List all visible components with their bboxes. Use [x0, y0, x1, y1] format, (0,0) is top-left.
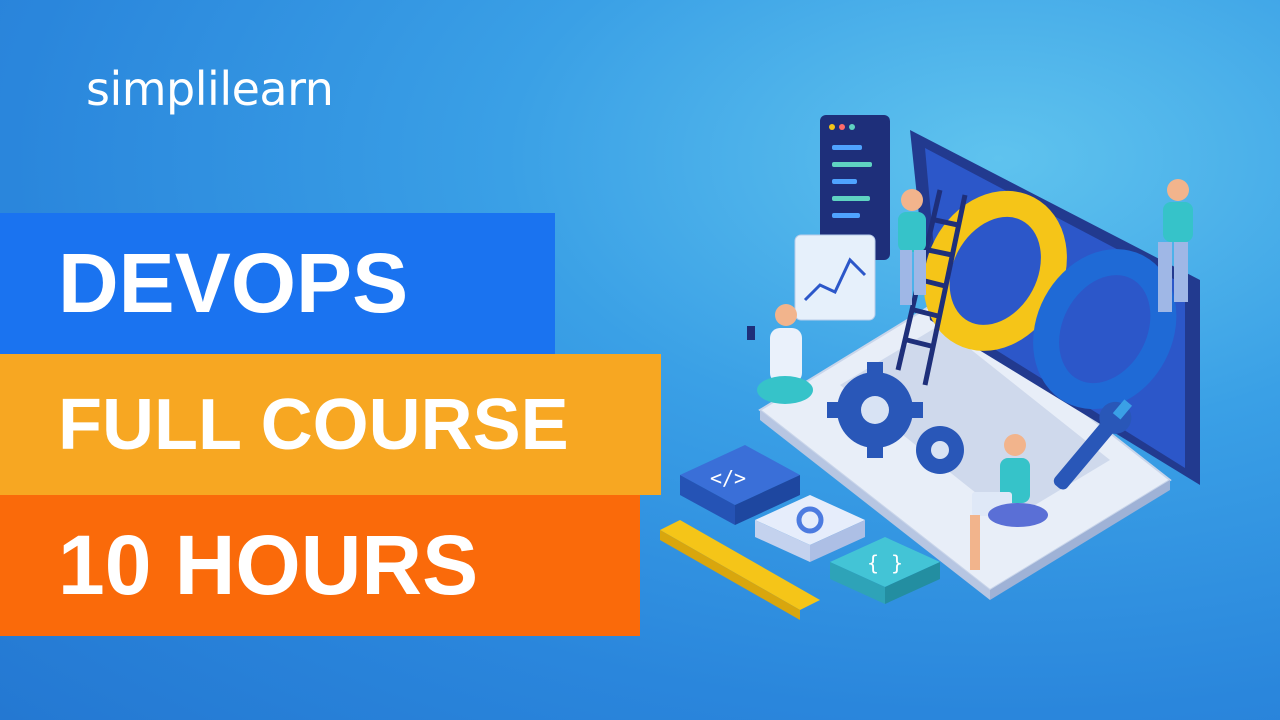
devops-laptop-illustration: </> { } [660, 115, 1200, 620]
title-text-hours: 10 HOURS [58, 518, 479, 612]
svg-text:</>: </> [710, 466, 746, 490]
title-banner-full-course: FULL COURSE [0, 354, 661, 495]
title-banner-hours: 10 HOURS [0, 495, 640, 636]
chart-card [794, 234, 876, 321]
title-text-devops: DEVOPS [58, 236, 409, 330]
gear-icon-small [916, 426, 964, 474]
title-text-full-course: FULL COURSE [58, 384, 569, 465]
person-on-screen [1158, 179, 1193, 312]
title-banner-devops: DEVOPS [0, 213, 555, 354]
brand-logo: simplilearn [86, 62, 334, 116]
svg-text:{ }: { } [867, 551, 903, 575]
